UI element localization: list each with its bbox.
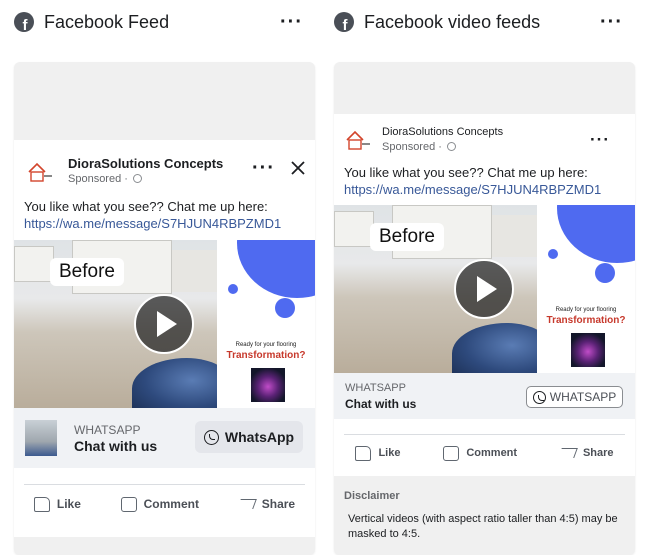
promo-graphic: Ready for your flooring Transformation? [217,240,315,408]
promo-dot [228,284,238,294]
whatsapp-icon [203,429,219,445]
sponsored-text: Sponsored [382,141,436,153]
whatsapp-button[interactable]: WHATSAPP [526,386,623,408]
preview-title: Facebook video feeds [364,11,541,32]
share-button[interactable]: Share [558,447,614,459]
more-options-icon[interactable]: ··· [600,12,623,32]
comment-icon [443,445,460,461]
promo-headline: Transformation? [546,315,626,326]
comment-label: Comment [466,447,518,459]
divider [344,434,625,435]
post-link[interactable]: https://wa.me/message/S7HJUN4RBPZMD1 [24,215,281,232]
like-button[interactable]: Like [355,445,401,461]
share-button[interactable]: Share [236,497,296,511]
preview-title: Facebook Feed [44,11,170,32]
comment-label: Comment [143,497,199,511]
cta-bar[interactable]: WHATSAPP Chat with us WHATSAPP [334,373,635,419]
promo-graphic: Ready for your flooring Transformation? [537,205,635,373]
promo-headline: Transformation? [226,350,306,361]
comment-button[interactable]: Comment [443,445,518,461]
cta-title: Chat with us [74,438,158,454]
like-label: Like [56,497,81,511]
promo-small-text: Ready for your flooring [235,342,297,348]
sponsored-text: Sponsored [68,173,122,185]
facebook-icon: f [334,12,354,32]
comment-icon [120,496,137,512]
promo-small-text: Ready for your flooring [555,307,617,313]
more-options-icon[interactable]: ··· [590,131,610,148]
disclaimer-title: Disclaimer [344,490,400,502]
play-icon[interactable] [454,259,514,319]
cta-site: WHATSAPP [345,382,406,394]
facebook-icon: f [14,12,34,32]
like-icon [355,445,372,461]
promo-dot [275,298,295,318]
disclaimer-text: Vertical videos (with aspect ratio talle… [348,513,618,540]
like-label: Like [378,447,401,459]
play-icon[interactable] [134,294,194,354]
ad-post-card: DioraSolutions Concepts Sponsored · ··· … [14,140,315,537]
share-icon [236,499,257,509]
sponsored-label: Sponsored · [382,141,456,153]
building [334,211,374,247]
cta-site: WHATSAPP [74,423,141,437]
like-icon [33,496,50,512]
divider [24,484,305,485]
like-button[interactable]: Like [33,496,81,512]
building [172,250,217,292]
post-link[interactable]: https://wa.me/message/S7HJUN4RBPZMD1 [344,181,601,198]
post-text: You like what you see?? Chat me up here: [344,165,588,180]
promo-shape [557,205,635,263]
promo-shape [237,240,315,298]
preview-header: f Facebook video feeds [334,8,540,36]
preview-panel: DioraSolutions Concepts Sponsored · ··· … [14,62,315,555]
page-logo [346,130,370,150]
globe-icon [447,142,456,151]
before-label: Before [50,258,124,286]
more-options-icon[interactable]: ··· [280,12,303,32]
preview-panel: DioraSolutions Concepts Sponsored · ··· … [334,62,635,555]
ad-video[interactable]: Before Ready for your flooring Transform… [14,240,315,408]
globe-icon [133,174,142,183]
share-label: Share [261,497,296,511]
whatsapp-icon [532,390,546,404]
close-icon[interactable] [291,161,305,175]
promo-dot [595,263,615,283]
comment-button[interactable]: Comment [120,496,199,512]
promo-thumbnail [251,368,285,402]
cta-bar[interactable]: WHATSAPP Chat with us WhatsApp [14,408,315,468]
page-name[interactable]: DioraSolutions Concepts [68,156,223,171]
sponsored-label: Sponsored · [68,173,142,185]
share-icon [558,448,578,458]
ad-post-card: DioraSolutions Concepts Sponsored · ··· … [334,114,635,476]
post-actions: Like Comment Share [14,490,315,518]
promo-dot [548,249,558,259]
building [14,246,54,282]
post-actions: Like Comment Share [334,438,635,468]
page-logo [28,162,52,182]
whatsapp-button[interactable]: WhatsApp [195,421,303,453]
more-options-icon[interactable]: ··· [252,158,275,178]
promo-thumbnail [571,333,605,367]
building [492,215,537,257]
whatsapp-button-label: WHATSAPP [549,390,617,404]
preview-header: f Facebook Feed [14,8,169,36]
share-label: Share [582,447,614,459]
post-text: You like what you see?? Chat me up here: [24,199,268,214]
cta-title: Chat with us [345,397,417,411]
before-label: Before [370,223,444,251]
whatsapp-button-label: WhatsApp [224,429,295,445]
ad-video[interactable]: Before Ready for your flooring Transform… [334,205,635,373]
page-name[interactable]: DioraSolutions Concepts [382,126,503,138]
cta-thumbnail [25,420,57,456]
